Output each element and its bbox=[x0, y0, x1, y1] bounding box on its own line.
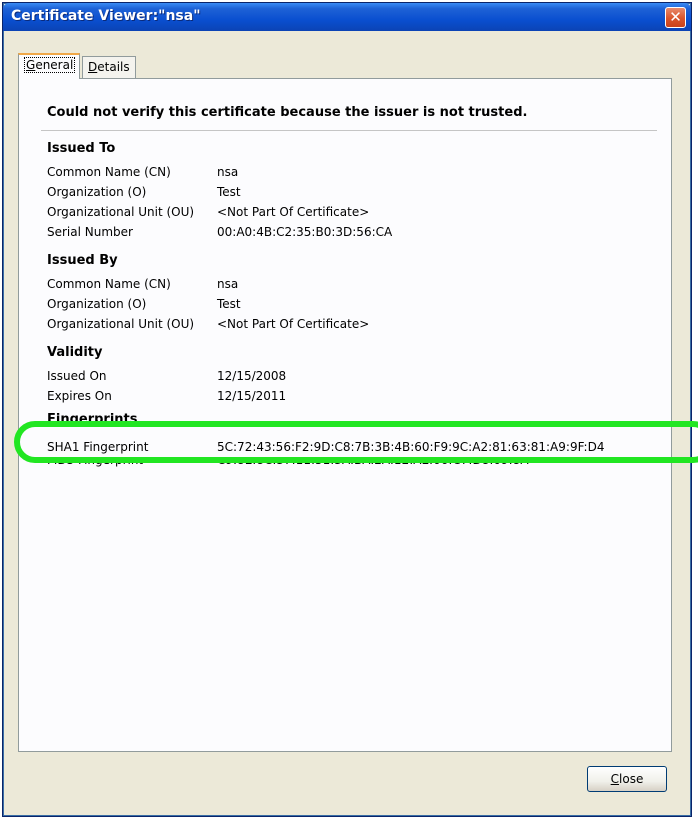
issued-by-ou-value: <Not Part Of Certificate> bbox=[217, 317, 370, 331]
section-title-issued-by: Issued By bbox=[47, 253, 118, 268]
close-button[interactable]: Close bbox=[587, 766, 667, 792]
section-title-validity: Validity bbox=[47, 345, 103, 360]
section-title-fingerprints: Fingerprints bbox=[47, 412, 138, 427]
window-title: Certificate Viewer:"nsa" bbox=[11, 8, 201, 24]
md5-fingerprint-value: C9:8E:8C:37:11:51:3A:BA:2A:12:AE:06:C7:D… bbox=[217, 459, 529, 467]
issued-by-cn-value: nsa bbox=[217, 277, 239, 291]
sha1-fingerprint-label: SHA1 Fingerprint bbox=[47, 440, 149, 454]
verification-status-message: Could not verify this certificate becaus… bbox=[47, 105, 528, 120]
tab-general[interactable]: General bbox=[18, 53, 80, 79]
section-title-issued-to: Issued To bbox=[47, 141, 116, 156]
tab-details[interactable]: Details bbox=[82, 56, 136, 78]
issued-by-org-label: Organization (O) bbox=[47, 297, 147, 311]
divider bbox=[41, 130, 657, 131]
issued-to-ou-value: <Not Part Of Certificate> bbox=[217, 205, 370, 219]
issued-to-org-value: Test bbox=[217, 185, 241, 199]
tab-general-label: General bbox=[24, 57, 76, 73]
issued-to-org-label: Organization (O) bbox=[47, 185, 147, 199]
tab-details-label: Details bbox=[88, 60, 130, 74]
close-icon: ✕ bbox=[669, 8, 682, 26]
issued-by-org-value: Test bbox=[217, 297, 241, 311]
issued-by-cn-label: Common Name (CN) bbox=[47, 277, 171, 291]
issued-to-cn-label: Common Name (CN) bbox=[47, 165, 171, 179]
md5-fingerprint-label: MD5 Fingerprint bbox=[47, 459, 144, 467]
serial-number-label: Serial Number bbox=[47, 225, 133, 239]
general-tab-panel: Could not verify this certificate becaus… bbox=[18, 78, 672, 752]
md5-fingerprint-row: MD5 Fingerprint C9:8E:8C:37:11:51:3A:BA:… bbox=[19, 459, 669, 473]
window-close-button[interactable]: ✕ bbox=[665, 7, 686, 28]
issued-to-ou-label: Organizational Unit (OU) bbox=[47, 205, 195, 219]
expires-on-label: Expires On bbox=[47, 389, 112, 403]
title-bar[interactable]: Certificate Viewer:"nsa" ✕ bbox=[3, 3, 691, 31]
serial-number-value: 00:A0:4B:C2:35:B0:3D:56:CA bbox=[217, 225, 393, 239]
sha1-fingerprint-value: 5C:72:43:56:F2:9D:C8:7B:3B:4B:60:F9:9C:A… bbox=[217, 440, 605, 454]
issued-on-label: Issued On bbox=[47, 369, 107, 383]
issued-by-ou-label: Organizational Unit (OU) bbox=[47, 317, 195, 331]
expires-on-value: 12/15/2011 bbox=[217, 389, 287, 403]
issued-on-value: 12/15/2008 bbox=[217, 369, 287, 383]
issued-to-cn-value: nsa bbox=[217, 165, 239, 179]
